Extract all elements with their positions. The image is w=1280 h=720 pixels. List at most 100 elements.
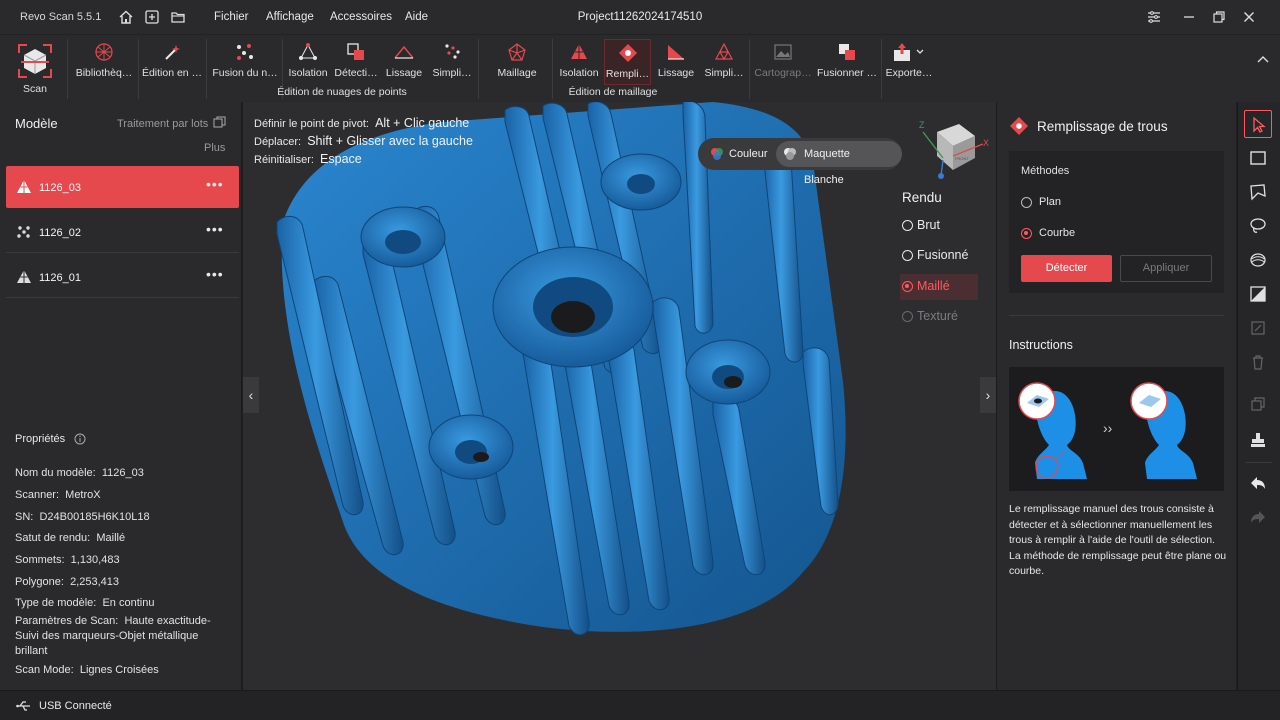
- render-title: Rendu: [902, 190, 942, 205]
- property-row: Polygone: 2,253,413: [15, 576, 119, 588]
- point-cloud-fusion-button[interactable]: Fusion du n…: [211, 39, 279, 83]
- restore-icon[interactable]: [1210, 8, 1228, 26]
- meshing-button[interactable]: Maillage: [492, 39, 542, 83]
- render-option-fusionne[interactable]: Fusionné: [900, 243, 978, 269]
- menu-aide[interactable]: Aide: [405, 11, 428, 23]
- redo-button[interactable]: [1244, 504, 1272, 532]
- point-simplify-button[interactable]: Simpli…: [429, 39, 475, 83]
- orientation-gizmo[interactable]: Z X FRONT: [911, 114, 991, 184]
- trash-icon: [1253, 355, 1263, 370]
- mesh-simplify-button[interactable]: Simpli…: [701, 39, 747, 83]
- cursor-icon: [1253, 116, 1266, 133]
- property-row: Scanner: MetroX: [15, 489, 101, 501]
- stamp-button[interactable]: [1244, 426, 1272, 454]
- model-more-button[interactable]: •••: [206, 176, 224, 192]
- hole-fill-icon: [618, 44, 637, 62]
- panel-title: Remplissage de trous: [1037, 119, 1168, 134]
- apply-button[interactable]: Appliquer: [1120, 255, 1212, 282]
- menu-fichier[interactable]: Fichier: [214, 11, 249, 23]
- mesh-smoothing-button[interactable]: Lissage: [653, 39, 699, 83]
- point-smoothing-button[interactable]: Lissage: [381, 39, 427, 83]
- 3d-viewport[interactable]: Définir le point de pivot: Alt + Clic ga…: [243, 102, 996, 690]
- merge-button[interactable]: Fusionner …: [816, 39, 878, 83]
- open-folder-icon[interactable]: [170, 9, 186, 25]
- settings-icon[interactable]: [1145, 8, 1163, 26]
- plane-select-button[interactable]: [1244, 280, 1272, 308]
- ribbon-separator: [881, 39, 882, 99]
- radio-icon: [902, 311, 913, 322]
- isolation-icon: [299, 43, 317, 60]
- properties-title: Propriétés: [15, 433, 66, 445]
- home-icon[interactable]: [118, 9, 134, 25]
- mesh-simplify-icon: [715, 42, 733, 61]
- color-mode-button[interactable]: Couleur: [703, 141, 776, 167]
- menu-accessoires[interactable]: Accessoires: [330, 11, 392, 23]
- model-item-1126-03[interactable]: 1126_03 •••: [6, 166, 239, 208]
- collapse-ribbon-icon[interactable]: [1256, 53, 1270, 65]
- property-row: Scan Mode: Lignes Croisées: [15, 664, 159, 676]
- instructions-illustration: ››: [1009, 367, 1224, 491]
- copy-icon: [1251, 397, 1265, 411]
- delete-button[interactable]: [1244, 348, 1272, 376]
- copy-button[interactable]: [1244, 390, 1272, 418]
- gizmo-z-label: Z: [919, 120, 925, 130]
- arrow-icon: ››: [1103, 420, 1113, 436]
- methods-label: Méthodes: [1021, 165, 1070, 177]
- batch-processing-button[interactable]: Traitement par lots: [117, 116, 226, 130]
- chevron-right-icon: ›: [985, 387, 991, 403]
- group-label-point-cloud: Édition de nuages de points: [277, 86, 407, 98]
- scan-button[interactable]: Scan: [12, 39, 58, 99]
- white-circles-icon: [784, 148, 796, 160]
- model-name: 1126_03: [39, 182, 82, 194]
- invert-icon: [1251, 321, 1265, 335]
- invert-select-button[interactable]: [1244, 314, 1272, 342]
- detect-button[interactable]: Détecter: [1021, 255, 1112, 282]
- lasso-select-button[interactable]: [1244, 212, 1272, 240]
- usb-icon: [16, 701, 30, 711]
- polygon-select-button[interactable]: [1244, 178, 1272, 206]
- group-label-mesh: Édition de maillage: [568, 86, 658, 98]
- model-item-1126-01[interactable]: 1126_01 •••: [6, 256, 239, 298]
- rect-select-button[interactable]: [1244, 144, 1272, 172]
- hole-filling-button[interactable]: Rempli…: [604, 39, 651, 85]
- color-mode-toggle: Couleur Maquette Blanche: [698, 138, 902, 186]
- render-option-texture[interactable]: Texturé: [900, 304, 978, 330]
- ribbon-toolbar: Scan Bibliothèq… Édition en … Fusion du …: [0, 34, 1280, 102]
- scanned-mesh-model[interactable]: [243, 102, 996, 690]
- toolbar-separator: [1246, 462, 1272, 463]
- point-detection-button[interactable]: Détecti…: [333, 39, 379, 83]
- undo-button[interactable]: [1244, 470, 1272, 498]
- brush-select-button[interactable]: [1244, 246, 1272, 274]
- collapse-right-panel-button[interactable]: ›: [980, 377, 996, 413]
- radio-icon: [902, 281, 913, 292]
- detection-icon: [347, 43, 364, 60]
- close-icon[interactable]: [1240, 8, 1258, 26]
- library-button[interactable]: Bibliothèq…: [72, 39, 136, 83]
- white-model-button[interactable]: Maquette Blanche: [776, 141, 902, 186]
- batch-processing-label: Traitement par lots: [117, 118, 209, 130]
- render-option-brut[interactable]: Brut: [900, 213, 978, 239]
- hint-reset: Réinitialiser: Espace: [254, 152, 362, 166]
- info-icon[interactable]: [74, 433, 86, 445]
- library-icon: [95, 43, 113, 61]
- model-item-1126-02[interactable]: 1126_02 •••: [6, 211, 239, 253]
- more-link[interactable]: Plus: [204, 142, 225, 154]
- app-title: Revo Scan 5.5.1: [20, 11, 102, 23]
- render-option-maille[interactable]: Maillé: [900, 274, 978, 300]
- merge-icon: [839, 44, 855, 60]
- collapse-left-panel-button[interactable]: ‹: [243, 377, 259, 413]
- export-button[interactable]: Exporte…: [884, 39, 934, 83]
- mesh-isolation-button[interactable]: Isolation: [556, 39, 602, 83]
- model-name: 1126_02: [39, 227, 82, 239]
- texture-mapping-button[interactable]: Cartograp…: [752, 39, 814, 83]
- minimize-icon[interactable]: [1180, 8, 1198, 26]
- menu-affichage[interactable]: Affichage: [266, 11, 314, 23]
- point-isolation-button[interactable]: Isolation: [285, 39, 331, 83]
- pointer-tool-button[interactable]: [1244, 110, 1272, 138]
- new-project-icon[interactable]: [144, 9, 160, 25]
- methods-section: Méthodes Plan Courbe Détecter Appliquer: [1009, 151, 1224, 293]
- edit-button[interactable]: Édition en …: [140, 39, 204, 83]
- model-more-button[interactable]: •••: [206, 221, 224, 237]
- model-more-button[interactable]: •••: [206, 266, 224, 282]
- property-row: Sommets: 1,130,483: [15, 554, 120, 566]
